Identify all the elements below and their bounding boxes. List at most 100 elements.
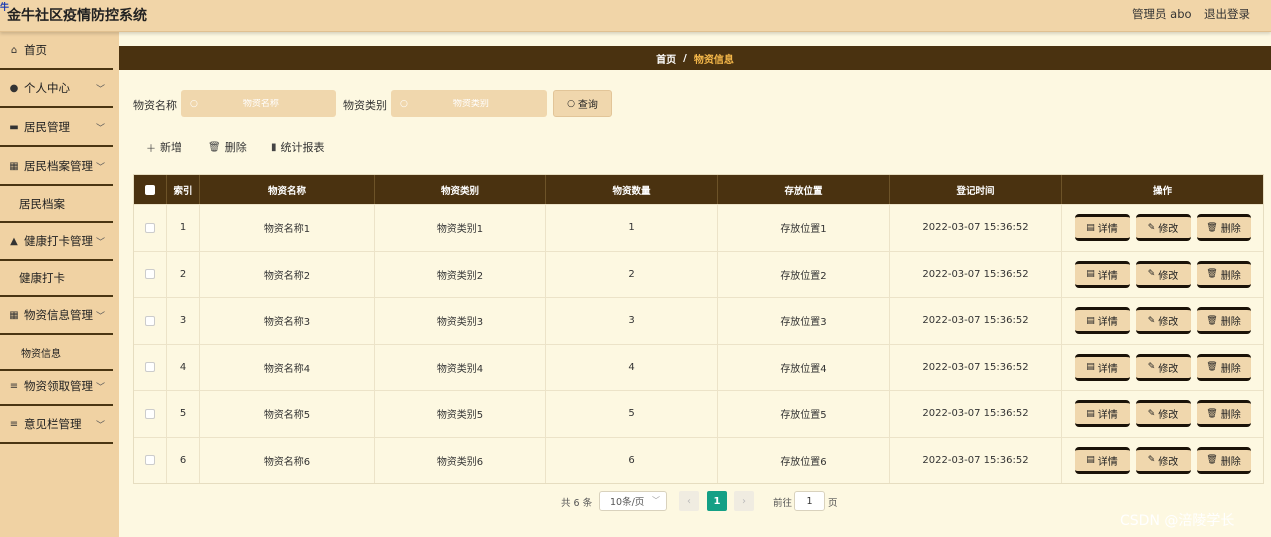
bar-chart-icon: ▮ bbox=[271, 141, 277, 153]
row-delete-button-label: 删除 bbox=[1220, 410, 1241, 422]
sidebar-item-feedback-mgmt[interactable]: ≡ 意见栏管理 ﹀ bbox=[0, 406, 113, 444]
table-body: 1 物资名称1 物资类别1 1 存放位置1 2022-03-07 15:36:52 ▤ 详情 ✎… bbox=[134, 204, 1263, 483]
quantity-cell: 2 bbox=[546, 251, 718, 297]
page-number-current[interactable]: 1 bbox=[707, 491, 727, 511]
row-checkbox[interactable] bbox=[145, 362, 155, 373]
sidebar-item-health-checkin-mgmt[interactable]: ▲ 健康打卡管理 ﹀ bbox=[0, 223, 113, 261]
breadcrumb-home[interactable]: 首页 bbox=[656, 51, 676, 66]
prev-page-button[interactable]: ‹ bbox=[679, 491, 699, 511]
time-cell: 2022-03-07 15:36:52 bbox=[890, 251, 1062, 297]
chevron-left-icon: ‹ bbox=[687, 495, 691, 507]
sidebar-item-residents[interactable]: ▬ 居民管理 ﹀ bbox=[0, 109, 113, 147]
edit-button-label: 修改 bbox=[1158, 363, 1179, 375]
sidebar-item-personal-center[interactable]: ● 个人中心 ﹀ bbox=[0, 70, 113, 108]
row-checkbox[interactable] bbox=[145, 269, 155, 280]
edit-button[interactable]: ✎ 修改 bbox=[1135, 446, 1191, 474]
row-delete-button[interactable]: 🗑 删除 bbox=[1196, 353, 1251, 381]
edit-button[interactable]: ✎ 修改 bbox=[1135, 260, 1191, 288]
row-delete-button[interactable]: 🗑 删除 bbox=[1196, 214, 1251, 242]
search-icon: ○ bbox=[567, 98, 575, 109]
row-delete-button[interactable]: 🗑 删除 bbox=[1196, 307, 1251, 335]
detail-button[interactable]: ▤ 详情 bbox=[1074, 260, 1130, 288]
chevron-down-icon: ﹀ bbox=[95, 124, 105, 134]
report-button[interactable]: ▮ 统计报表 bbox=[271, 139, 325, 155]
location-cell: 存放位置6 bbox=[718, 437, 890, 483]
time-cell: 2022-03-07 15:36:52 bbox=[890, 344, 1062, 390]
top-header: 牛 金牛社区疫情防控系统 管理员 abo 退出登录 bbox=[0, 0, 1271, 32]
next-page-button[interactable]: › bbox=[734, 491, 754, 511]
sidebar-subitem-health-checkin[interactable]: 健康打卡 bbox=[0, 261, 113, 297]
thumbs-up-icon: ▲ bbox=[10, 235, 18, 247]
chevron-down-icon: ﹀ bbox=[652, 496, 660, 505]
sidebar-item-supplies-claim-mgmt[interactable]: ≡ 物资领取管理 ﹀ bbox=[0, 368, 113, 406]
add-button[interactable]: ＋ 新增 bbox=[146, 139, 182, 155]
edit-button[interactable]: ✎ 修改 bbox=[1135, 214, 1191, 242]
name-cell: 物资名称3 bbox=[200, 298, 375, 344]
delete-button[interactable]: 🗑 删除 bbox=[208, 139, 247, 155]
goto-page-suffix: 页 bbox=[828, 498, 838, 509]
goto-page-input[interactable] bbox=[794, 491, 825, 511]
type-search-input[interactable] bbox=[415, 98, 526, 109]
row-checkbox[interactable] bbox=[145, 455, 155, 466]
row-checkbox[interactable] bbox=[145, 408, 155, 419]
name-search-field[interactable]: ○ bbox=[181, 90, 336, 117]
app-title: 金牛社区疫情防控系统 bbox=[7, 8, 147, 24]
index-cell: 3 bbox=[167, 298, 200, 344]
doc-icon: ▤ bbox=[1086, 315, 1095, 326]
edit-button[interactable]: ✎ 修改 bbox=[1135, 307, 1191, 335]
doc-icon: ▤ bbox=[1086, 408, 1095, 419]
quantity-cell: 6 bbox=[546, 437, 718, 483]
chevron-down-icon: ﹀ bbox=[95, 312, 105, 322]
detail-button[interactable]: ▤ 详情 bbox=[1074, 307, 1130, 335]
row-delete-button-label: 删除 bbox=[1220, 224, 1241, 236]
name-search-input[interactable] bbox=[205, 98, 316, 109]
report-button-label: 统计报表 bbox=[280, 141, 325, 154]
time-cell: 2022-03-07 15:36:52 bbox=[890, 391, 1062, 437]
type-search-label: 物资类别 bbox=[343, 99, 387, 112]
sidebar-item-home[interactable]: ⌂ 首页 bbox=[0, 32, 113, 70]
detail-button-label: 详情 bbox=[1097, 224, 1118, 236]
sidebar-item-resident-records-mgmt[interactable]: ▦ 居民档案管理 ﹀ bbox=[0, 148, 113, 186]
row-delete-button[interactable]: 🗑 删除 bbox=[1196, 260, 1251, 288]
sidebar-item-supplies-mgmt[interactable]: ▦ 物资信息管理 ﹀ bbox=[0, 297, 113, 335]
detail-button[interactable]: ▤ 详情 bbox=[1074, 353, 1130, 381]
select-cell bbox=[134, 391, 167, 437]
sidebar-item-label: 居民档案管理 bbox=[24, 159, 93, 173]
row-checkbox[interactable] bbox=[145, 315, 155, 326]
name-cell: 物资名称6 bbox=[200, 437, 375, 483]
detail-button-label: 详情 bbox=[1097, 270, 1118, 282]
type-cell: 物资类别2 bbox=[375, 251, 546, 297]
doc-icon: ▤ bbox=[1086, 455, 1095, 466]
detail-button[interactable]: ▤ 详情 bbox=[1074, 400, 1130, 428]
delete-button-label: 删除 bbox=[224, 141, 247, 154]
select-cell bbox=[134, 437, 167, 483]
pencil-icon: ✎ bbox=[1147, 222, 1156, 233]
row-delete-button[interactable]: 🗑 删除 bbox=[1196, 400, 1251, 428]
type-cell: 物资类别6 bbox=[375, 437, 546, 483]
row-delete-button[interactable]: 🗑 删除 bbox=[1196, 446, 1251, 474]
column-header: 存放位置 bbox=[718, 175, 890, 204]
ops-cell: ▤ 详情 ✎ 修改 🗑 删除 bbox=[1062, 391, 1263, 437]
type-search-field[interactable]: ○ bbox=[391, 90, 547, 117]
select-all-checkbox[interactable] bbox=[145, 184, 155, 195]
sidebar-subitem-supplies-info[interactable]: 物资信息 bbox=[0, 335, 113, 371]
edit-button[interactable]: ✎ 修改 bbox=[1135, 353, 1191, 381]
select-cell bbox=[134, 298, 167, 344]
grid-icon: ▦ bbox=[9, 160, 19, 172]
index-cell: 1 bbox=[167, 205, 200, 251]
page-size-select[interactable]: 10条/页 ﹀ bbox=[599, 491, 667, 511]
chevron-right-icon: › bbox=[742, 495, 746, 507]
ops-cell: ▤ 详情 ✎ 修改 🗑 删除 bbox=[1062, 298, 1263, 344]
row-checkbox[interactable] bbox=[145, 222, 155, 233]
trash-icon: 🗑 bbox=[208, 141, 221, 153]
detail-button[interactable]: ▤ 详情 bbox=[1074, 214, 1130, 242]
ops-cell: ▤ 详情 ✎ 修改 🗑 删除 bbox=[1062, 345, 1263, 391]
current-user: 管理员 abo bbox=[1132, 7, 1192, 21]
edit-button[interactable]: ✎ 修改 bbox=[1135, 400, 1191, 428]
sidebar-subitem-resident-records[interactable]: 居民档案 bbox=[0, 187, 113, 223]
logout-link[interactable]: 退出登录 bbox=[1204, 6, 1250, 22]
query-button[interactable]: ○ 查询 bbox=[553, 90, 612, 117]
type-cell: 物资类别1 bbox=[375, 205, 546, 251]
detail-button[interactable]: ▤ 详情 bbox=[1074, 446, 1130, 474]
table-row: 1 物资名称1 物资类别1 1 存放位置1 2022-03-07 15:36:52 ▤ 详情 ✎… bbox=[134, 204, 1263, 251]
